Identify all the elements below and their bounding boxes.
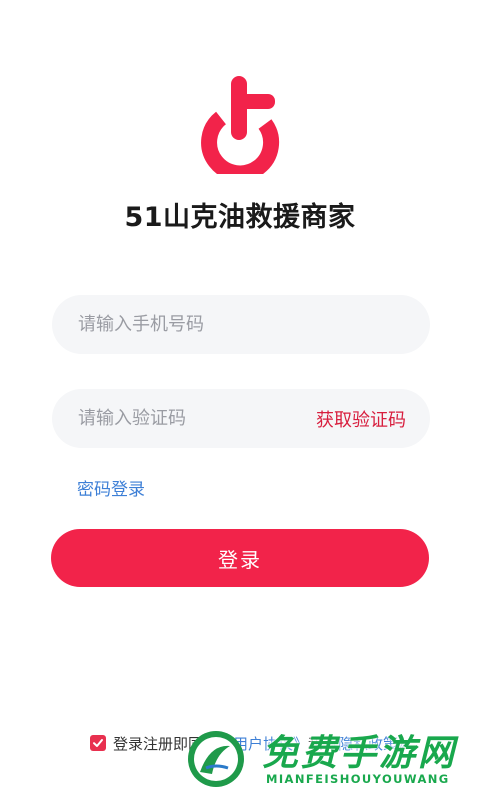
- watermark: 免费手游网 MIANFEISHOUYOUWANG: [186, 726, 476, 796]
- login-button[interactable]: 登录: [51, 529, 429, 587]
- watermark-subtitle: MIANFEISHOUYOUWANG: [266, 772, 450, 786]
- verification-code-input[interactable]: [76, 407, 316, 430]
- app-title: 51山克油救援商家: [124, 202, 356, 233]
- password-login-link[interactable]: 密码登录: [77, 475, 145, 500]
- phone-field[interactable]: [52, 295, 430, 354]
- get-code-button[interactable]: 获取验证码: [316, 406, 406, 432]
- phone-input[interactable]: [76, 313, 406, 336]
- watermark-title: 免费手游网: [262, 733, 458, 774]
- verification-code-field[interactable]: 获取验证码: [52, 389, 430, 448]
- checkmark-icon: [93, 739, 103, 747]
- agreement-checkbox[interactable]: [90, 735, 106, 751]
- watermark-logo-icon: [188, 731, 244, 787]
- app-logo: [201, 76, 280, 174]
